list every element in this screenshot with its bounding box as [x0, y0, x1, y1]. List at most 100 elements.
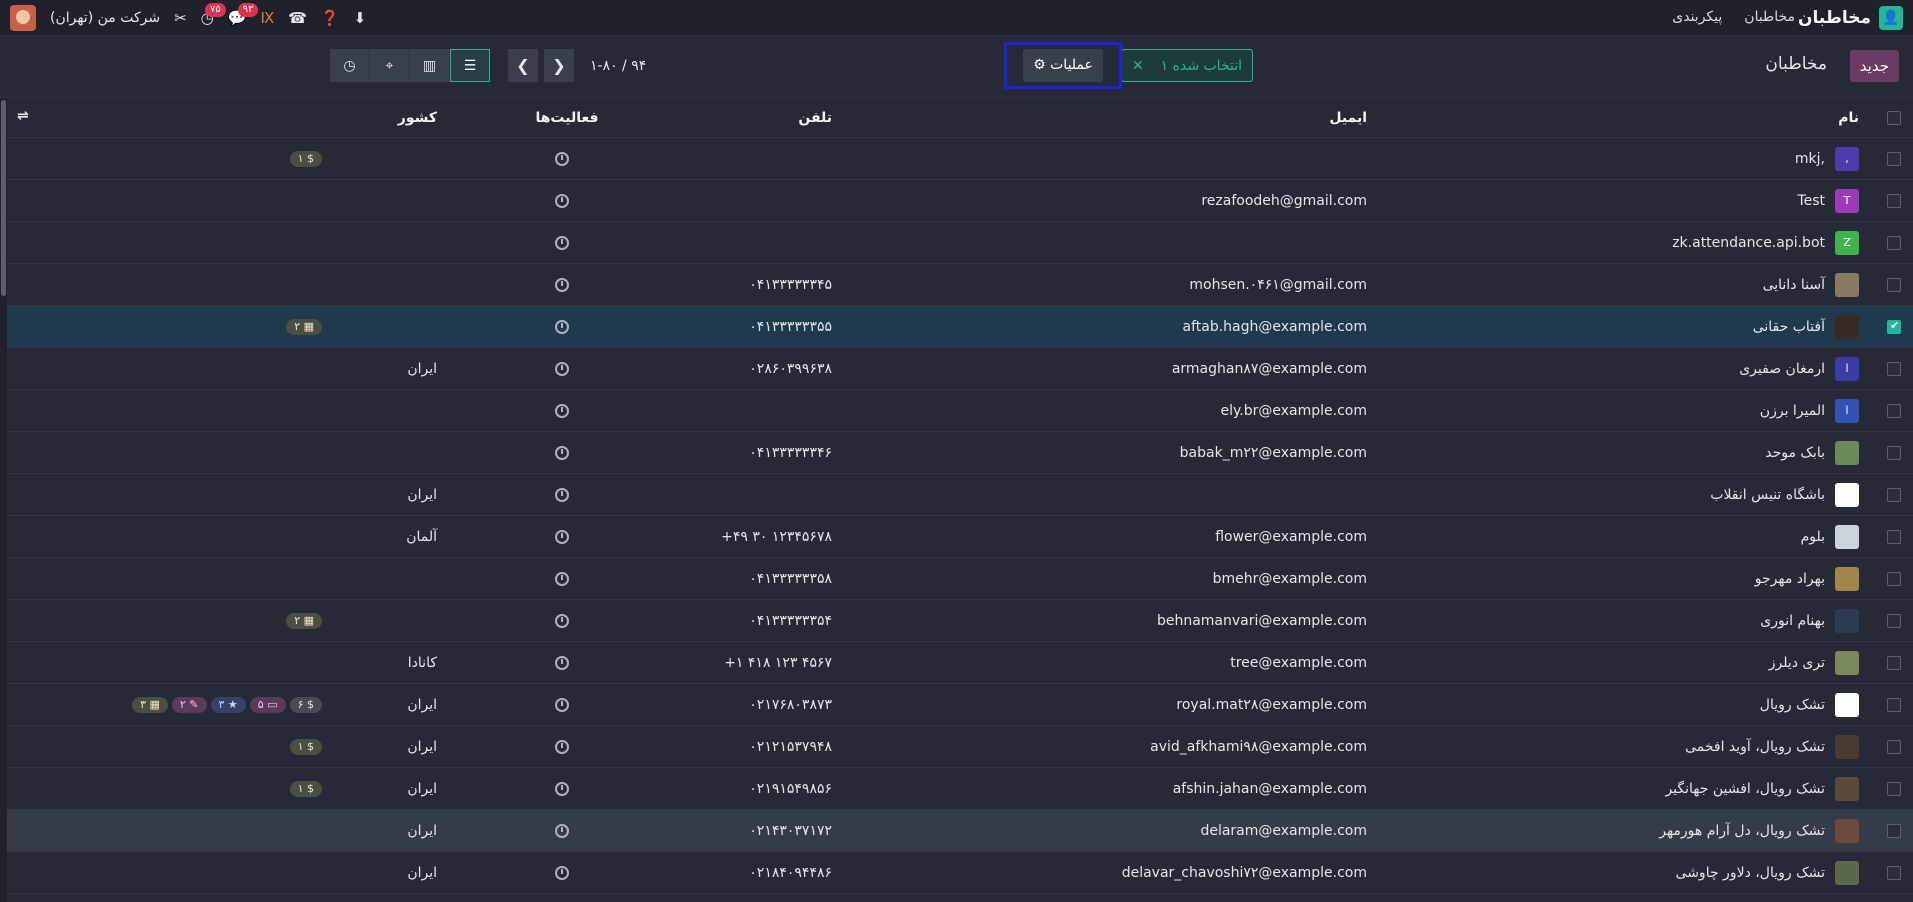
- contact-name[interactable]: تشک رویال، آوید افخمی: [1685, 739, 1825, 755]
- row-checkbox[interactable]: [1887, 390, 1903, 431]
- row-tag[interactable]: ۲ ▦: [286, 612, 322, 629]
- row-tag[interactable]: ۳ ★: [210, 696, 246, 713]
- row-checkbox[interactable]: [1887, 684, 1903, 725]
- table-row[interactable]: آسنا دانایی mohsen.۰۴۶۱@gmail.com ۰۴۱۳۳۳…: [7, 264, 1913, 306]
- activity-clock-icon[interactable]: [542, 474, 582, 515]
- activity-clock-icon[interactable]: [542, 684, 582, 725]
- contact-name[interactable]: ارمغان صفیری: [1739, 361, 1825, 377]
- table-row[interactable]: تشک رویال، آوید افخمی avid_afkhami۹۸@exa…: [7, 726, 1913, 768]
- help-icon[interactable]: ❓: [321, 9, 340, 27]
- activity-clock-icon[interactable]: [542, 852, 582, 893]
- pager-previous-icon[interactable]: ❮: [508, 49, 538, 82]
- row-checkbox[interactable]: [1887, 138, 1903, 179]
- activity-clock-icon[interactable]: ◷ ۷۵: [201, 3, 226, 27]
- table-row[interactable]: ارمغان صفیری ا armaghan۸۷@example.com ۰۲…: [7, 348, 1913, 390]
- row-checkbox[interactable]: [1887, 558, 1903, 599]
- row-tag[interactable]: ۶ $: [289, 696, 322, 713]
- contacts-app-icon[interactable]: 👤: [1879, 6, 1903, 30]
- row-checkbox[interactable]: [1887, 852, 1903, 893]
- activity-clock-icon[interactable]: [542, 642, 582, 683]
- row-checkbox[interactable]: [1887, 810, 1903, 851]
- row-checkbox[interactable]: [1887, 432, 1903, 473]
- row-checkbox[interactable]: [1887, 264, 1903, 305]
- debug-tools-icon[interactable]: ✂: [174, 9, 187, 27]
- row-tag[interactable]: ۱ $: [289, 150, 322, 167]
- activity-clock-icon[interactable]: [542, 306, 582, 347]
- activity-clock-icon[interactable]: [542, 768, 582, 809]
- contact-name[interactable]: باشگاه تنیس انقلاب: [1710, 487, 1825, 503]
- new-button[interactable]: جدید: [1849, 50, 1899, 82]
- activity-clock-icon[interactable]: [542, 264, 582, 305]
- row-tag[interactable]: ۱ $: [289, 738, 322, 755]
- row-checkbox[interactable]: [1887, 306, 1903, 347]
- activity-clock-icon[interactable]: [542, 432, 582, 473]
- row-tag[interactable]: ۵ ▭: [249, 696, 286, 713]
- contact-name[interactable]: بلوم: [1801, 529, 1825, 545]
- scrollbar-thumb[interactable]: [1, 100, 6, 296]
- contact-name[interactable]: mkj,: [1795, 151, 1825, 167]
- table-row[interactable]: بهنام انوری behnamanvari@example.com ۰۴۱…: [7, 600, 1913, 642]
- row-tag[interactable]: ۱ $: [289, 780, 322, 797]
- row-checkbox[interactable]: [1887, 474, 1903, 515]
- download-icon[interactable]: ⬇: [354, 9, 367, 27]
- row-checkbox[interactable]: [1887, 348, 1903, 389]
- table-row[interactable]: المیرا برزن ا ely.br@example.com: [7, 390, 1913, 432]
- map-view-icon[interactable]: ⌖: [370, 49, 410, 82]
- row-tag[interactable]: ۲ ✎: [171, 696, 207, 713]
- kanban-view-icon[interactable]: ▥: [410, 49, 450, 82]
- row-checkbox[interactable]: [1887, 642, 1903, 683]
- table-row[interactable]: تشک رویال، دلاور چاوشی delavar_chavoshi۷…: [7, 852, 1913, 894]
- table-row[interactable]: بابک موحد babak_m۲۲@example.com ۰۴۱۳۳۳۳۳…: [7, 432, 1913, 474]
- table-row[interactable]: آفتاب حقانی aftab.hagh@example.com ۰۴۱۳۳…: [7, 306, 1913, 348]
- activity-clock-icon[interactable]: [542, 600, 582, 641]
- contact-name[interactable]: تشک رویال، دل آرام هورمهر: [1659, 823, 1825, 839]
- actions-button[interactable]: ⚙ عملیات: [1023, 49, 1103, 82]
- pager-value[interactable]: ۱-۸۰ / ۹۴: [590, 58, 646, 74]
- list-view-icon[interactable]: ☰: [450, 49, 490, 82]
- contact-name[interactable]: تشک رویال، افشین جهانگیر: [1665, 781, 1825, 797]
- column-name[interactable]: نام: [1359, 98, 1859, 137]
- select-all-checkbox[interactable]: [1887, 98, 1903, 137]
- activity-clock-icon[interactable]: [542, 516, 582, 557]
- optional-columns-icon[interactable]: ⇌: [17, 108, 29, 124]
- activity-clock-icon[interactable]: [542, 390, 582, 431]
- row-checkbox[interactable]: [1887, 222, 1903, 263]
- contact-name[interactable]: تشک رویال، دلاور چاوشی: [1676, 865, 1825, 881]
- messaging-icon[interactable]: 💬 ۹۳: [228, 3, 259, 27]
- activity-clock-icon[interactable]: [542, 138, 582, 179]
- table-row[interactable]: باشگاه تنیس انقلاب ایران: [7, 474, 1913, 516]
- column-country[interactable]: کشور: [307, 98, 437, 137]
- table-row[interactable]: تشک رویال، افشین جهانگیر afshin.jahan@ex…: [7, 768, 1913, 810]
- table-row[interactable]: تشک رویال royal.mat۲۸@example.com ۰۲۱۷۶۸…: [7, 684, 1913, 726]
- table-row[interactable]: تری دیلرز tree@example.com +۱ ۴۱۸ ۱۲۳ ۴۵…: [7, 642, 1913, 684]
- menu-configuration[interactable]: پیکربندی: [1672, 9, 1722, 25]
- user-avatar[interactable]: [10, 5, 36, 31]
- row-checkbox[interactable]: [1887, 180, 1903, 221]
- clear-selection-icon[interactable]: ✕: [1132, 58, 1144, 74]
- contact-name[interactable]: آسنا دانایی: [1763, 277, 1825, 293]
- row-checkbox[interactable]: [1887, 768, 1903, 809]
- contact-name[interactable]: Test: [1797, 193, 1825, 209]
- contact-name[interactable]: المیرا برزن: [1760, 403, 1825, 419]
- contact-name[interactable]: آفتاب حقانی: [1753, 319, 1825, 335]
- contact-name[interactable]: تشک رویال: [1760, 697, 1825, 713]
- activity-clock-icon[interactable]: [542, 726, 582, 767]
- contact-name[interactable]: بهنام انوری: [1760, 613, 1825, 629]
- table-row[interactable]: تشک رویال، دل آرام هورمهر delaram@exampl…: [7, 810, 1913, 852]
- row-checkbox[interactable]: [1887, 726, 1903, 767]
- table-row[interactable]: Test T rezafoodeh@gmail.com: [7, 180, 1913, 222]
- table-row[interactable]: zk.attendance.api.bot Z: [7, 222, 1913, 264]
- contact-name[interactable]: تری دیلرز: [1769, 655, 1825, 671]
- activity-clock-icon[interactable]: [542, 558, 582, 599]
- contact-name[interactable]: zk.attendance.api.bot: [1672, 235, 1825, 251]
- row-checkbox[interactable]: [1887, 516, 1903, 557]
- activity-clock-icon[interactable]: [542, 222, 582, 263]
- scrollbar[interactable]: [0, 98, 7, 902]
- app-title[interactable]: مخاطبان: [1798, 8, 1871, 28]
- activity-view-icon[interactable]: ◷: [330, 49, 370, 82]
- activity-clock-icon[interactable]: [542, 810, 582, 851]
- table-row[interactable]: بلوم flower@example.com +۴۹ ۳۰ ۱۲۳۴۵۶۷۸ …: [7, 516, 1913, 558]
- activity-clock-icon[interactable]: [542, 348, 582, 389]
- app-brand[interactable]: مخاطبان 👤: [1798, 6, 1903, 30]
- menu-contacts[interactable]: مخاطبان: [1744, 9, 1795, 25]
